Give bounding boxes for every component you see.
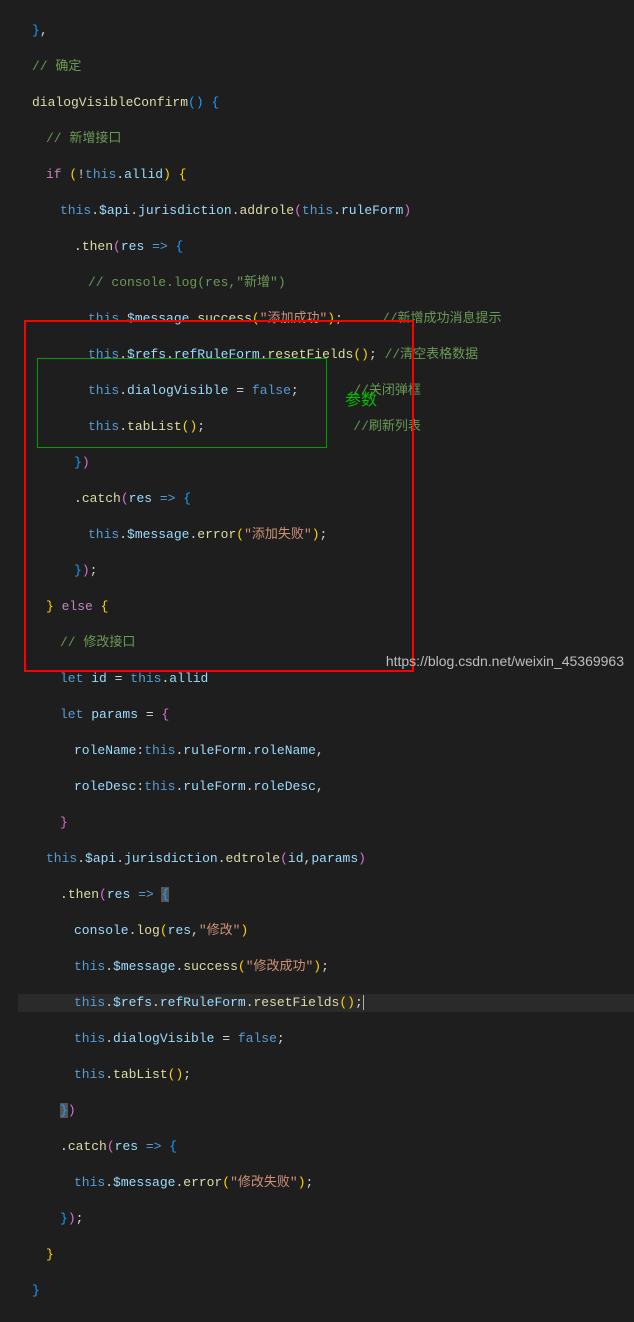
code-line: .catch(res => {: [18, 1138, 634, 1156]
code-line: this.$message.error("添加失败");: [18, 526, 634, 544]
code-line: .catch(res => {: [18, 490, 634, 508]
code-line: this.$api.jurisdiction.addrole(this.rule…: [18, 202, 634, 220]
code-line: let params = {: [18, 706, 634, 724]
text-cursor: [363, 995, 364, 1010]
code-line: .then(res => {: [18, 238, 634, 256]
code-line: this.dialogVisible = false; //关闭弹框: [18, 382, 634, 400]
code-line: dialogVisibleConfirm() {: [18, 94, 634, 112]
code-line: this.tabList();: [18, 1066, 634, 1084]
code-line: this.$refs.refRuleForm.resetFields(); //…: [18, 346, 634, 364]
code-line: roleName:this.ruleForm.roleName,: [18, 742, 634, 760]
code-line: this.dialogVisible = false;: [18, 1030, 634, 1048]
code-line: } else {: [18, 598, 634, 616]
code-line: // 确定: [18, 58, 634, 76]
code-line: this.$message.success("修改成功");: [18, 958, 634, 976]
code-line: // 新增接口: [18, 130, 634, 148]
code-line: }): [18, 1102, 634, 1120]
code-line: }: [18, 1282, 634, 1300]
code-line: }): [18, 454, 634, 472]
code-line: }: [18, 1246, 634, 1264]
code-line: // 修改接口: [18, 634, 634, 652]
code-line: });: [18, 1210, 634, 1228]
code-line: }: [18, 814, 634, 832]
code-line: });: [18, 562, 634, 580]
code-line: .then(res => {: [18, 886, 634, 904]
code-editor[interactable]: }, // 确定 dialogVisibleConfirm() { // 新增接…: [0, 0, 634, 1322]
code-line: roleDesc:this.ruleForm.roleDesc,: [18, 778, 634, 796]
code-line: this.$message.error("修改失败");: [18, 1174, 634, 1192]
code-line: // console.log(res,"新增"): [18, 274, 634, 292]
code-line: this.$api.jurisdiction.edtrole(id,params…: [18, 850, 634, 868]
code-line: this.$refs.refRuleForm.resetFields();: [18, 994, 634, 1012]
code-line: let id = this.allid: [18, 670, 634, 688]
code-line: console.log(res,"修改"): [18, 922, 634, 940]
code-line: },: [18, 22, 634, 40]
code-line: this.$message.success("添加成功"); //新增成功消息提…: [18, 310, 634, 328]
code-line: this.tabList(); //刷新列表: [18, 418, 634, 436]
code-line: if (!this.allid) {: [18, 166, 634, 184]
